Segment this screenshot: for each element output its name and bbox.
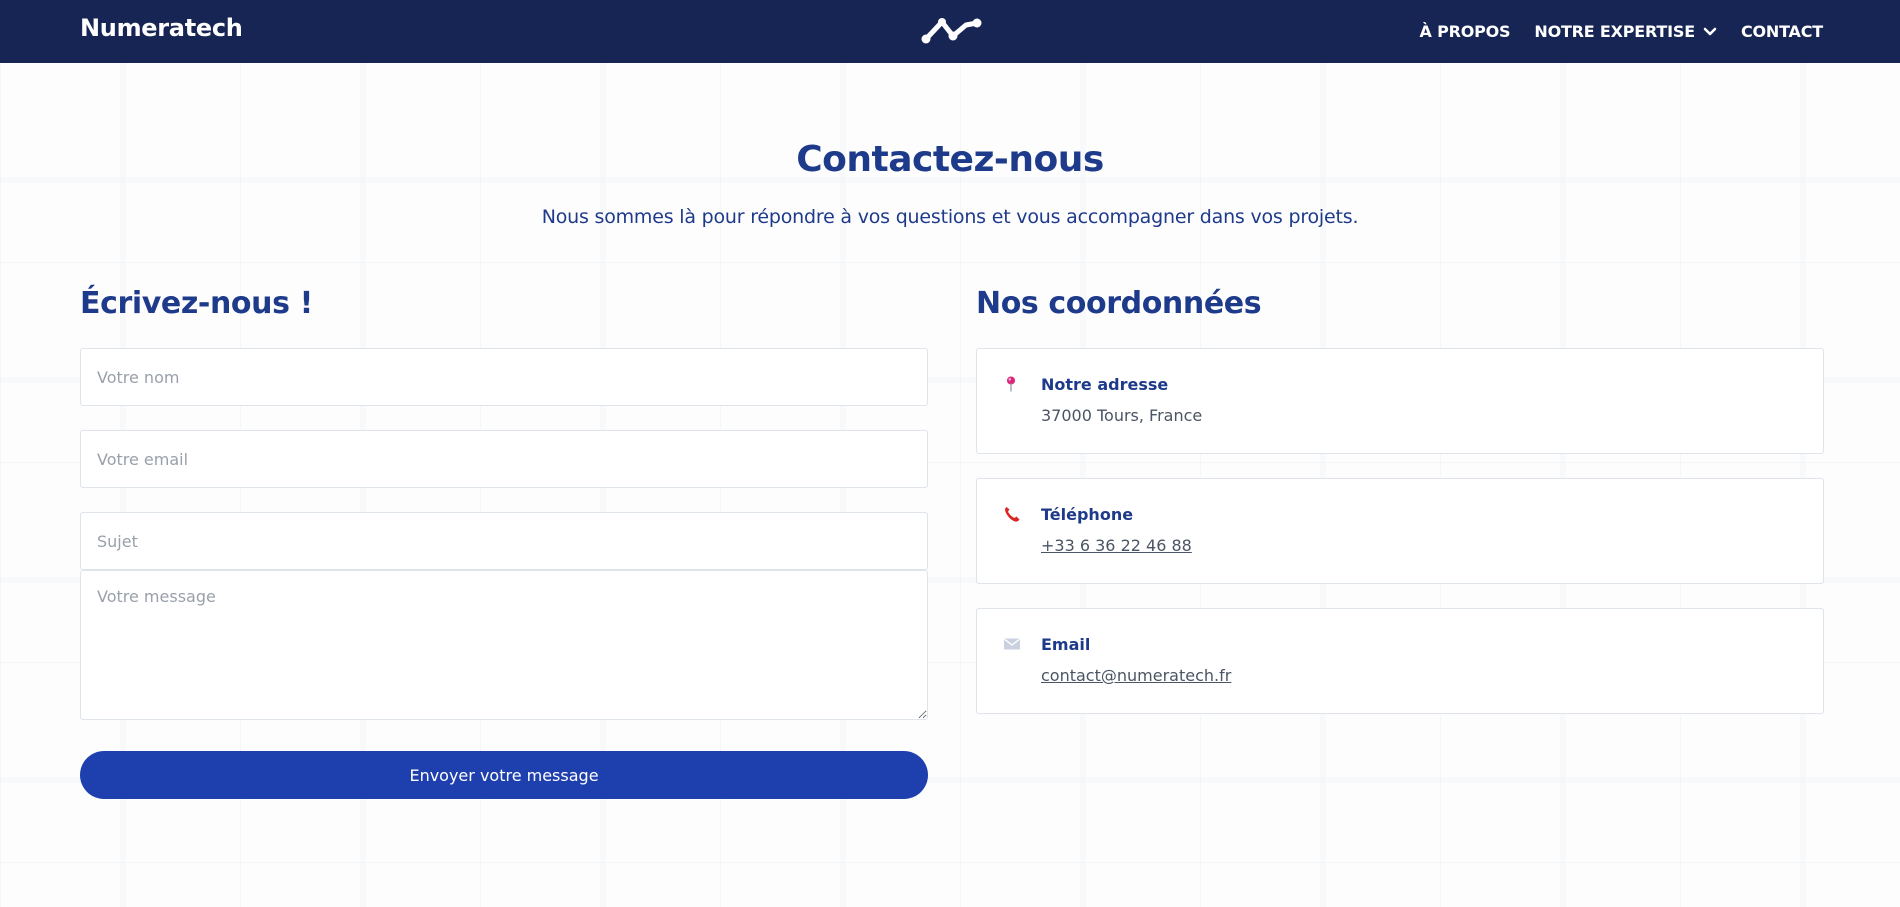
network-nodes-logo-icon[interactable]: [920, 14, 982, 46]
nav-link-about-label: À PROPOS: [1419, 22, 1511, 41]
address-label: Notre adresse: [1041, 375, 1169, 394]
page-subtitle: Nous sommes là pour répondre à vos quest…: [541, 206, 1359, 228]
nav-link-about[interactable]: À PROPOS: [1420, 22, 1511, 41]
email-card: Email contact@numeratech.fr: [976, 608, 1824, 714]
brand-link[interactable]: Numeratech: [80, 14, 243, 42]
email-link[interactable]: contact@numeratech.fr: [1041, 666, 1231, 685]
map-pin-icon: [1007, 376, 1015, 392]
subject-input[interactable]: [80, 512, 928, 570]
contact-form-section: Écrivez-nous ! Envoyer votre message: [80, 281, 928, 799]
nav-link-contact[interactable]: CONTACT: [1741, 22, 1823, 41]
name-input[interactable]: [80, 348, 928, 406]
contact-info-section: Nos coordonnées Notre adresse 37000 Tour…: [976, 281, 1824, 714]
nav-links: À PROPOS NOTRE EXPERTISE CONTACT: [1420, 0, 1824, 63]
form-heading: Écrivez-nous !: [80, 286, 313, 321]
phone-label: Téléphone: [1041, 505, 1134, 524]
phone-card: Téléphone +33 6 36 22 46 88: [976, 478, 1824, 584]
nav-link-expertise-label: NOTRE EXPERTISE: [1534, 22, 1695, 41]
phone-icon: [1005, 507, 1020, 522]
phone-link[interactable]: +33 6 36 22 46 88: [1041, 536, 1192, 555]
address-value: 37000 Tours, France: [1041, 406, 1203, 425]
email-input[interactable]: [80, 430, 928, 488]
email-label: Email: [1041, 635, 1091, 654]
address-card: Notre adresse 37000 Tours, France: [976, 348, 1824, 454]
message-textarea[interactable]: [80, 570, 928, 720]
nav-link-contact-label: CONTACT: [1740, 22, 1823, 41]
nav-link-expertise[interactable]: NOTRE EXPERTISE: [1534, 22, 1717, 41]
navbar: Numeratech À PROPOS NOTRE EXPERTISE CONT…: [0, 0, 1900, 63]
submit-button[interactable]: Envoyer votre message: [80, 751, 928, 799]
envelope-icon: [1004, 638, 1020, 650]
contact-form: Envoyer votre message: [80, 348, 928, 799]
page-title: Contactez-nous: [796, 139, 1104, 180]
chevron-down-icon: [1703, 27, 1717, 35]
info-heading: Nos coordonnées: [976, 286, 1262, 321]
